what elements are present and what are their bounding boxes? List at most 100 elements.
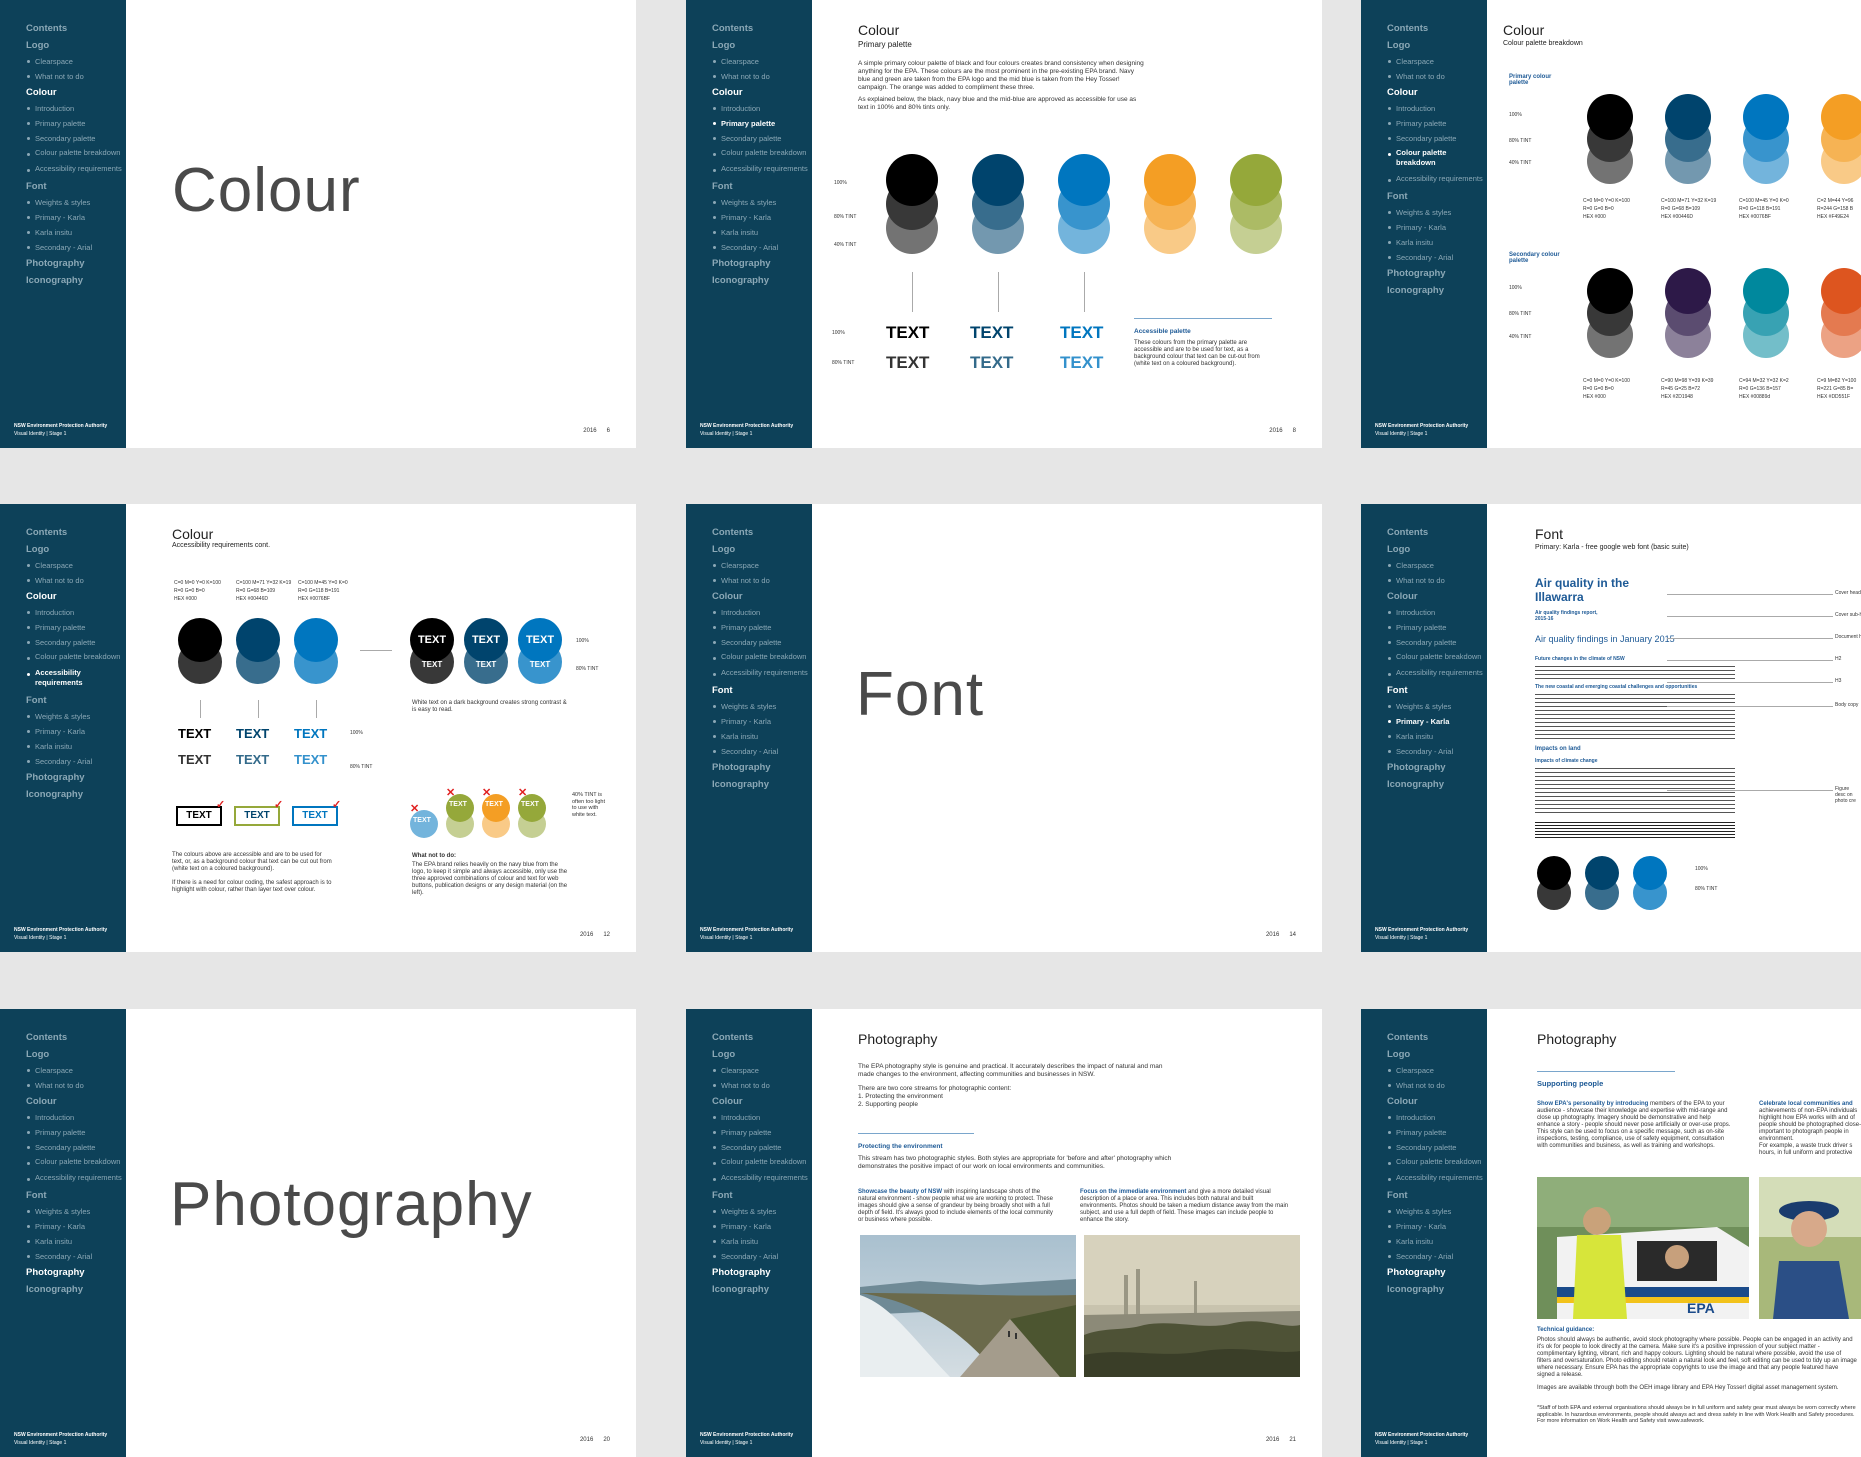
nav-weights[interactable]: Weights & styles — [26, 709, 126, 724]
nav-clearspace[interactable]: Clearspace — [26, 1063, 126, 1078]
nav-font[interactable]: Font — [26, 1187, 126, 1204]
nav-introduction[interactable]: Introduction — [26, 1110, 126, 1125]
nav-secondary-arial[interactable]: Secondary - Arial — [712, 1249, 812, 1264]
nav-clearspace[interactable]: Clearspace — [712, 54, 812, 69]
nav-weights[interactable]: Weights & styles — [712, 195, 812, 210]
nav-photography[interactable]: Photography — [1387, 759, 1487, 776]
nav-logo[interactable]: Logo — [26, 37, 126, 54]
nav-iconography[interactable]: Iconography — [26, 786, 126, 803]
nav-clearspace[interactable]: Clearspace — [1387, 558, 1487, 573]
nav-clearspace[interactable]: Clearspace — [712, 1063, 812, 1078]
nav-iconography[interactable]: Iconography — [1387, 282, 1487, 299]
nav-contents[interactable]: Contents — [1387, 524, 1487, 541]
nav-primary-palette[interactable]: Primary palette — [26, 1125, 126, 1140]
nav-weights[interactable]: Weights & styles — [712, 1204, 812, 1219]
nav-secondary-palette[interactable]: Secondary palette — [1387, 1140, 1487, 1155]
nav-contents[interactable]: Contents — [712, 20, 812, 37]
nav-primary-karla[interactable]: Primary - Karla — [712, 714, 812, 729]
nav-logo[interactable]: Logo — [1387, 1046, 1487, 1063]
nav-font[interactable]: Font — [1387, 682, 1487, 699]
nav-iconography[interactable]: Iconography — [712, 1281, 812, 1298]
nav-iconography[interactable]: Iconography — [712, 776, 812, 793]
nav-secondary-arial[interactable]: Secondary - Arial — [1387, 744, 1487, 759]
nav-primary-palette[interactable]: Primary palette — [26, 116, 126, 131]
nav-secondary-palette[interactable]: Secondary palette — [1387, 131, 1487, 146]
nav-introduction[interactable]: Introduction — [1387, 605, 1487, 620]
nav-font[interactable]: Font — [1387, 188, 1487, 205]
nav-secondary-arial[interactable]: Secondary - Arial — [712, 240, 812, 255]
nav-accessibility[interactable]: Accessibility requirements — [26, 162, 126, 178]
nav-photography[interactable]: Photography — [712, 1264, 812, 1281]
nav-secondary-palette[interactable]: Secondary palette — [712, 131, 812, 146]
nav-photography[interactable]: Photography — [26, 255, 126, 272]
nav-clearspace[interactable]: Clearspace — [1387, 54, 1487, 69]
nav-introduction[interactable]: Introduction — [26, 605, 126, 620]
nav-what-not[interactable]: What not to do — [712, 69, 812, 84]
nav-clearspace[interactable]: Clearspace — [26, 558, 126, 573]
nav-accessibility[interactable]: Accessibility requirements — [1387, 666, 1487, 682]
nav-palette-breakdown[interactable]: Colour palette breakdown — [712, 146, 812, 162]
nav-accessibility[interactable]: Accessibility requirements — [712, 1171, 812, 1187]
nav-contents[interactable]: Contents — [26, 1029, 126, 1046]
nav-contents[interactable]: Contents — [1387, 20, 1487, 37]
nav-iconography[interactable]: Iconography — [26, 1281, 126, 1298]
nav-palette-breakdown[interactable]: Colour palette breakdown — [712, 1155, 812, 1171]
nav-accessibility[interactable]: Accessibility requirements — [712, 162, 812, 178]
nav-weights[interactable]: Weights & styles — [712, 699, 812, 714]
nav-secondary-palette[interactable]: Secondary palette — [1387, 635, 1487, 650]
nav-colour[interactable]: Colour — [712, 1093, 812, 1110]
nav-palette-breakdown[interactable]: Colour palette breakdown — [26, 650, 126, 666]
nav-secondary-arial[interactable]: Secondary - Arial — [26, 240, 126, 255]
nav-karla-insitu[interactable]: Karla insitu — [1387, 1234, 1487, 1249]
nav-logo[interactable]: Logo — [712, 1046, 812, 1063]
nav-primary-karla[interactable]: Primary - Karla — [1387, 1219, 1487, 1234]
nav-colour[interactable]: Colour — [1387, 1093, 1487, 1110]
nav-contents[interactable]: Contents — [26, 20, 126, 37]
nav-introduction[interactable]: Introduction — [712, 605, 812, 620]
nav-logo[interactable]: Logo — [1387, 37, 1487, 54]
nav-iconography[interactable]: Iconography — [26, 272, 126, 289]
nav-primary-palette[interactable]: Primary palette — [712, 116, 812, 131]
nav-logo[interactable]: Logo — [712, 541, 812, 558]
nav-contents[interactable]: Contents — [712, 1029, 812, 1046]
nav-karla-insitu[interactable]: Karla insitu — [712, 729, 812, 744]
nav-palette-breakdown[interactable]: Colour palette breakdown — [1387, 1155, 1487, 1171]
nav-photography[interactable]: Photography — [26, 1264, 126, 1281]
nav-accessibility[interactable]: Accessibility requirements — [26, 666, 126, 692]
nav-karla-insitu[interactable]: Karla insitu — [26, 1234, 126, 1249]
nav-primary-palette[interactable]: Primary palette — [1387, 116, 1487, 131]
nav-colour[interactable]: Colour — [26, 84, 126, 101]
nav-secondary-palette[interactable]: Secondary palette — [26, 1140, 126, 1155]
nav-karla-insitu[interactable]: Karla insitu — [712, 1234, 812, 1249]
nav-primary-palette[interactable]: Primary palette — [712, 1125, 812, 1140]
nav-secondary-arial[interactable]: Secondary - Arial — [1387, 1249, 1487, 1264]
nav-karla-insitu[interactable]: Karla insitu — [1387, 235, 1487, 250]
nav-clearspace[interactable]: Clearspace — [26, 54, 126, 69]
nav-logo[interactable]: Logo — [712, 37, 812, 54]
nav-palette-breakdown[interactable]: Colour palette breakdown — [1387, 650, 1487, 666]
nav-karla-insitu[interactable]: Karla insitu — [26, 739, 126, 754]
nav-primary-karla[interactable]: Primary - Karla — [712, 210, 812, 225]
nav-palette-breakdown[interactable]: Colour palette breakdown — [26, 1155, 126, 1171]
nav-contents[interactable]: Contents — [26, 524, 126, 541]
nav-palette-breakdown[interactable]: Colour palette breakdown — [712, 650, 812, 666]
nav-secondary-palette[interactable]: Secondary palette — [712, 635, 812, 650]
nav-colour[interactable]: Colour — [26, 588, 126, 605]
nav-what-not[interactable]: What not to do — [1387, 573, 1487, 588]
nav-primary-karla[interactable]: Primary - Karla — [1387, 714, 1487, 729]
nav-what-not[interactable]: What not to do — [26, 1078, 126, 1093]
nav-what-not[interactable]: What not to do — [1387, 1078, 1487, 1093]
nav-photography[interactable]: Photography — [1387, 265, 1487, 282]
nav-introduction[interactable]: Introduction — [712, 101, 812, 116]
nav-accessibility[interactable]: Accessibility requirements — [1387, 172, 1487, 188]
nav-font[interactable]: Font — [712, 178, 812, 195]
nav-logo[interactable]: Logo — [1387, 541, 1487, 558]
nav-contents[interactable]: Contents — [1387, 1029, 1487, 1046]
nav-colour[interactable]: Colour — [1387, 84, 1487, 101]
nav-colour[interactable]: Colour — [712, 84, 812, 101]
nav-what-not[interactable]: What not to do — [712, 573, 812, 588]
nav-introduction[interactable]: Introduction — [712, 1110, 812, 1125]
nav-secondary-palette[interactable]: Secondary palette — [712, 1140, 812, 1155]
nav-primary-palette[interactable]: Primary palette — [1387, 620, 1487, 635]
nav-secondary-palette[interactable]: Secondary palette — [26, 131, 126, 146]
